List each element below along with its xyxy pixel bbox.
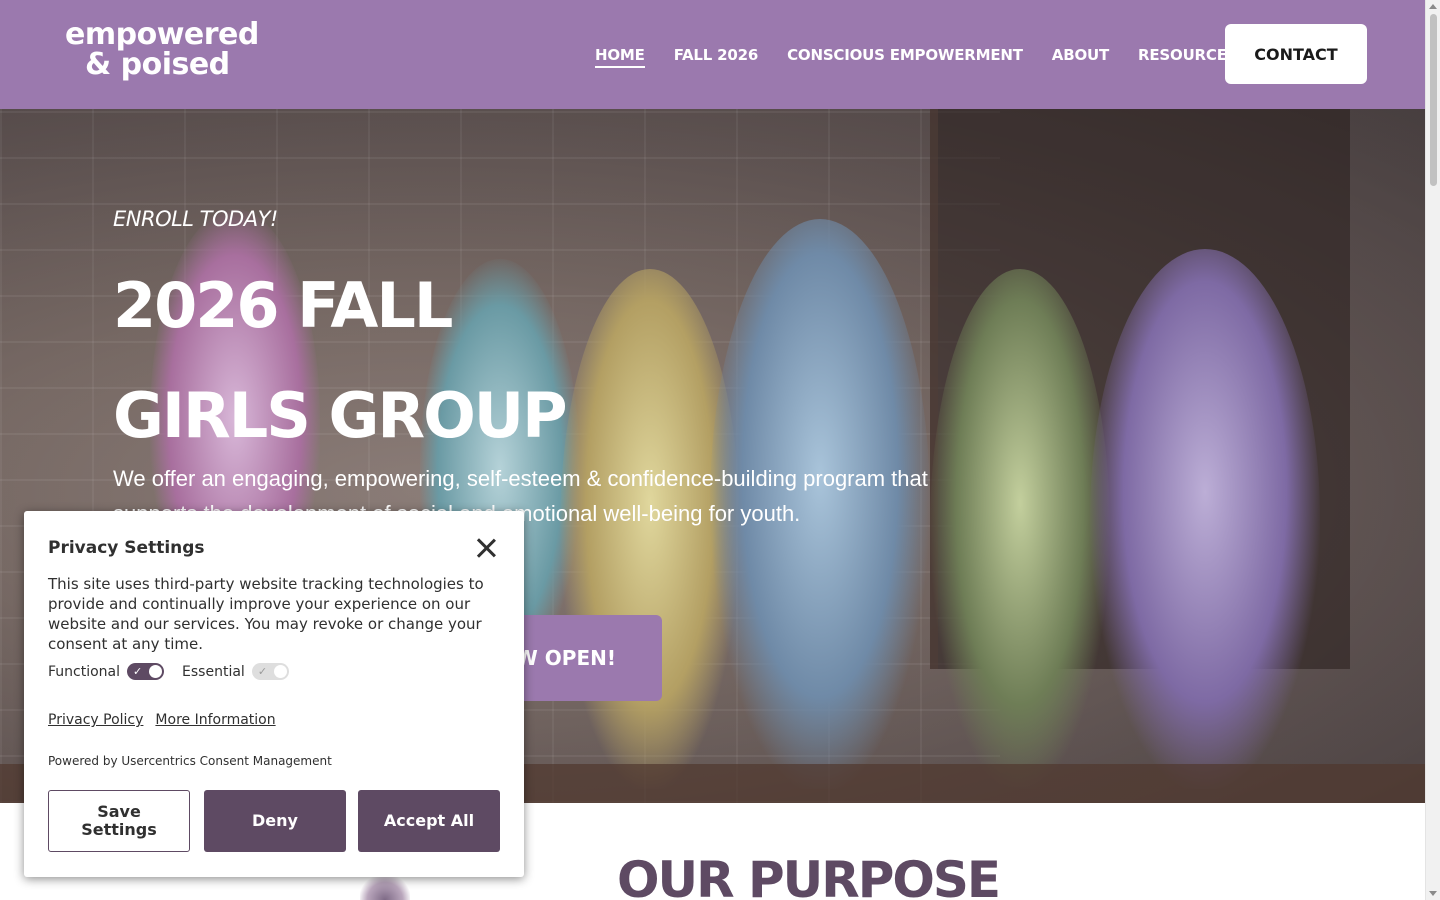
nav-item-home[interactable]: HOME [595, 44, 645, 68]
scroll-down-arrow-icon[interactable] [1429, 891, 1437, 896]
page-scrollbar[interactable] [1425, 0, 1440, 900]
nav-item-conscious-empowerment[interactable]: CONSCIOUS EMPOWERMENT [787, 44, 1023, 68]
scrollbar-thumb[interactable] [1430, 14, 1437, 186]
essential-toggle-label: Essential [182, 663, 245, 680]
checkmark-icon: ✓ [257, 665, 268, 678]
hero-title-line-2: GIRLS GROUP [113, 379, 568, 452]
essential-toggle: ✓ [251, 663, 289, 680]
site-logo[interactable]: empowered & poised [65, 20, 259, 80]
deny-button[interactable]: Deny [204, 790, 346, 852]
hero-eyebrow: ENROLL TODAY! [113, 207, 278, 231]
privacy-dialog-description: This site uses third-party website track… [48, 575, 484, 653]
nav-item-fall-2026[interactable]: FALL 2026 [674, 44, 759, 68]
hero-photo-figure [1090, 249, 1320, 789]
main-nav: HOME FALL 2026 CONSCIOUS EMPOWERMENT ABO… [595, 44, 1238, 68]
privacy-dialog-title: Privacy Settings [48, 538, 205, 558]
privacy-links: Privacy Policy More Information [48, 712, 276, 728]
toggle-knob [273, 665, 287, 678]
hero-title-line-1: 2026 FALL [113, 269, 453, 342]
checkmark-icon: ✓ [133, 665, 143, 678]
privacy-policy-link[interactable]: Privacy Policy [48, 712, 143, 728]
purpose-image [360, 875, 410, 900]
save-settings-button[interactable]: Save Settings [48, 790, 190, 852]
consent-toggles: Functional ✓ Essential ✓ [48, 663, 307, 680]
hero-photo-figure [930, 269, 1110, 789]
hero-title: 2026 FALL GIRLS GROUP [113, 251, 568, 471]
site-header: empowered & poised HOME FALL 2026 CONSCI… [0, 0, 1425, 109]
scroll-up-arrow-icon[interactable] [1429, 4, 1437, 9]
more-information-link[interactable]: More Information [155, 712, 275, 728]
close-icon[interactable] [476, 538, 496, 558]
accept-all-button[interactable]: Accept All [358, 790, 500, 852]
privacy-settings-dialog: Privacy Settings This site uses third-pa… [24, 511, 524, 877]
logo-line-2: & poised [85, 47, 230, 82]
logo-line-1: empowered [65, 17, 259, 52]
nav-item-about[interactable]: ABOUT [1052, 44, 1109, 68]
contact-button[interactable]: CONTACT [1225, 24, 1367, 84]
nav-item-resources[interactable]: RESOURCES [1138, 44, 1238, 68]
our-purpose-heading: OUR PURPOSE [617, 851, 1001, 900]
toggle-knob [149, 665, 163, 678]
powered-by-text: Powered by Usercentrics Consent Manageme… [48, 754, 332, 768]
functional-toggle-label: Functional [48, 663, 121, 680]
functional-toggle[interactable]: ✓ [127, 663, 165, 680]
